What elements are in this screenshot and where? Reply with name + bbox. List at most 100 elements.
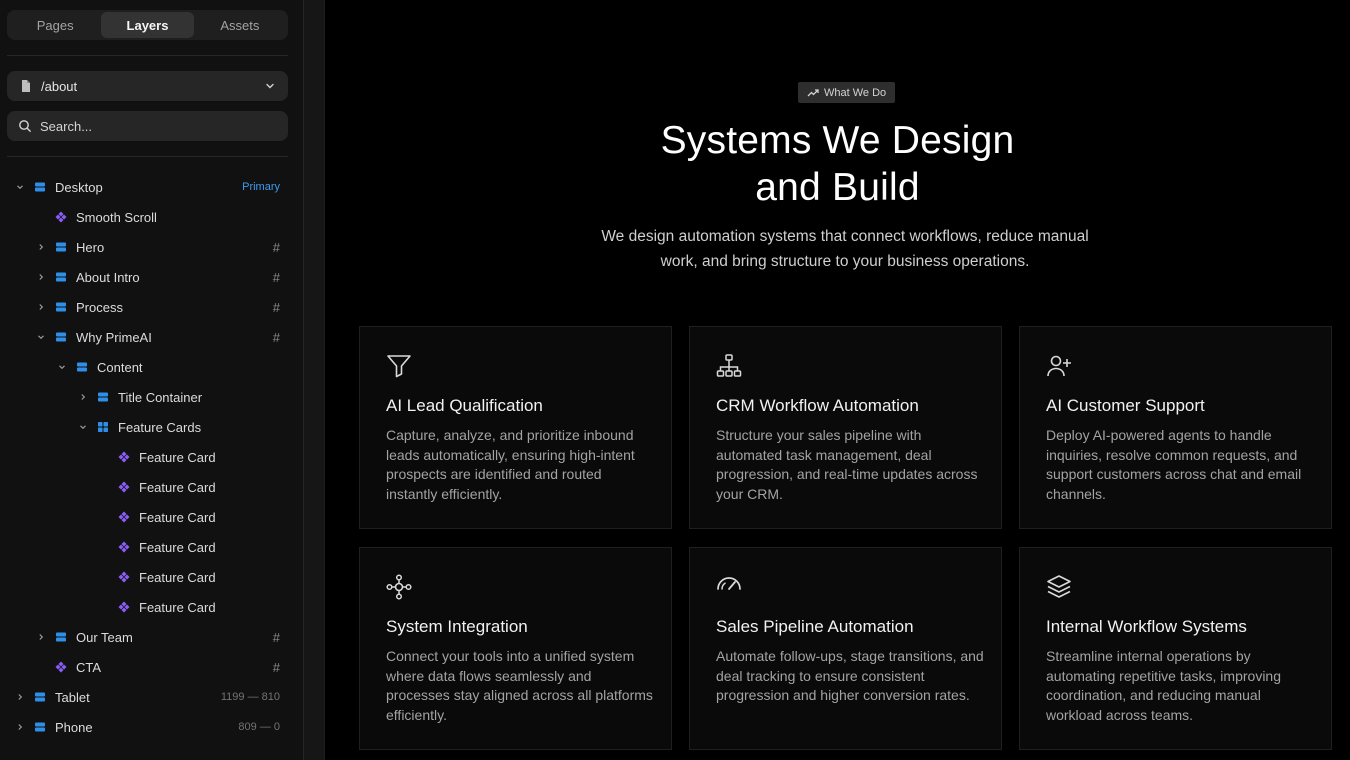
layer-row-feature-card[interactable]: Feature Card (0, 592, 304, 622)
hash-icon: # (272, 239, 280, 255)
layer-name: Process (76, 299, 123, 315)
breakpoint-range: 1199 — 810 (220, 691, 280, 703)
panel-resize-gutter[interactable] (304, 0, 325, 760)
layer-row-feature-card[interactable]: Feature Card (0, 502, 304, 532)
feature-card[interactable]: Sales Pipeline Automation Automate follo… (689, 547, 1002, 750)
chevron-right-icon[interactable] (36, 272, 46, 282)
frame-icon (76, 361, 88, 373)
chevron-down-icon[interactable] (57, 362, 67, 372)
layer-name: Our Team (76, 629, 133, 645)
layer-name: About Intro (76, 269, 140, 285)
layer-row-feature-card[interactable]: Feature Card (0, 442, 304, 472)
frame-icon (55, 331, 67, 343)
layer-name: Content (97, 359, 143, 375)
feature-card[interactable]: Internal Workflow Systems Streamline int… (1019, 547, 1332, 750)
layer-row-process[interactable]: Process # (0, 292, 304, 322)
section-title: Systems We Design and Build (325, 117, 1350, 211)
hash-icon: # (272, 659, 280, 675)
divider (7, 156, 288, 157)
feature-card-description: Capture, analyze, and prioritize inbound… (386, 427, 635, 502)
chevron-right-icon[interactable] (36, 242, 46, 252)
filter-icon (386, 353, 412, 379)
layer-row-tablet[interactable]: Tablet 1199 — 810 (0, 682, 304, 712)
hash-icon: # (272, 329, 280, 345)
feature-card[interactable]: AI Customer Support Deploy AI-powered ag… (1019, 326, 1332, 529)
section-title-line: and Build (755, 166, 920, 209)
page-select-value: /about (41, 78, 78, 94)
layer-row-content[interactable]: Content (0, 352, 304, 382)
layer-row-hero[interactable]: Hero # (0, 232, 304, 262)
component-icon (118, 541, 130, 553)
tab-layers[interactable]: Layers (101, 12, 194, 38)
layer-row-about-intro[interactable]: About Intro # (0, 262, 304, 292)
layer-name: Hero (76, 239, 105, 255)
layer-tree: Desktop Primary Smooth Scroll Hero # Abo… (0, 172, 304, 742)
layer-row-phone[interactable]: Phone 809 — 0 (0, 712, 304, 742)
grid-icon (97, 421, 109, 433)
component-icon (118, 571, 130, 583)
user-plus-icon (1046, 353, 1072, 379)
chevron-down-icon[interactable] (36, 332, 46, 342)
layer-row-desktop[interactable]: Desktop Primary (0, 172, 304, 202)
layer-row-our-team[interactable]: Our Team # (0, 622, 304, 652)
sitemap-icon (716, 353, 742, 379)
layer-name: Smooth Scroll (76, 209, 157, 225)
chevron-right-icon[interactable] (15, 722, 25, 732)
frame-icon (34, 721, 46, 733)
feature-card-title: CRM Workflow Automation (716, 396, 919, 415)
layer-name: Feature Card (139, 599, 216, 615)
layer-row-why-primeai[interactable]: Why PrimeAI # (0, 322, 304, 352)
frame-icon (34, 181, 46, 193)
component-icon (118, 601, 130, 613)
feature-card[interactable]: CRM Workflow Automation Structure your s… (689, 326, 1002, 529)
chevron-right-icon[interactable] (15, 692, 25, 702)
frame-icon (55, 631, 67, 643)
frame-icon (97, 391, 109, 403)
hash-icon: # (272, 269, 280, 285)
frame-icon (55, 271, 67, 283)
hash-icon: # (272, 629, 280, 645)
layer-search[interactable] (7, 111, 288, 141)
chevron-right-icon[interactable] (78, 392, 88, 402)
chevron-right-icon[interactable] (36, 632, 46, 642)
layer-row-feature-cards[interactable]: Feature Cards (0, 412, 304, 442)
layer-row-feature-card[interactable]: Feature Card (0, 532, 304, 562)
feature-card-description: Automate follow-ups, stage transitions, … (716, 648, 984, 704)
feature-card-title: AI Customer Support (1046, 396, 1205, 415)
layer-name: Feature Cards (118, 419, 202, 435)
breakpoint-badge: Primary (242, 181, 280, 193)
section-description-line: We design automation systems that connec… (601, 228, 1089, 245)
layer-name: Feature Card (139, 479, 216, 495)
gauge-icon (716, 570, 742, 596)
frame-icon (55, 301, 67, 313)
layer-row-smooth-scroll[interactable]: Smooth Scroll (0, 202, 304, 232)
feature-card-description: Streamline internal operations by automa… (1046, 648, 1281, 723)
search-input[interactable] (40, 118, 260, 134)
component-icon (118, 511, 130, 523)
component-icon (55, 211, 67, 223)
feature-card-description: Deploy AI-powered agents to handle inqui… (1046, 427, 1302, 502)
layer-row-cta[interactable]: CTA # (0, 652, 304, 682)
layer-name: Feature Card (139, 539, 216, 555)
chevron-down-icon (264, 80, 276, 92)
section-description-line: work, and bring structure to your busine… (660, 253, 1030, 270)
panel-tabs: Pages Layers Assets (7, 10, 288, 40)
hash-icon: # (272, 299, 280, 315)
chevron-down-icon[interactable] (15, 182, 25, 192)
frame-icon (55, 241, 67, 253)
chevron-right-icon[interactable] (36, 302, 46, 312)
layer-name: Feature Card (139, 569, 216, 585)
feature-card[interactable]: AI Lead Qualification Capture, analyze, … (359, 326, 672, 529)
feature-card[interactable]: System Integration Connect your tools in… (359, 547, 672, 750)
page-select-dropdown[interactable]: /about (7, 71, 288, 101)
feature-card-title: AI Lead Qualification (386, 396, 543, 415)
design-canvas[interactable]: What We Do Systems We Design and Build W… (325, 0, 1350, 760)
tab-pages[interactable]: Pages (9, 12, 101, 38)
tab-assets[interactable]: Assets (194, 12, 286, 38)
layer-row-feature-card[interactable]: Feature Card (0, 562, 304, 592)
chevron-down-icon[interactable] (78, 422, 88, 432)
layer-row-title-container[interactable]: Title Container (0, 382, 304, 412)
layer-row-feature-card[interactable]: Feature Card (0, 472, 304, 502)
section-title-line: Systems We Design (660, 119, 1015, 162)
section-badge: What We Do (798, 82, 896, 103)
